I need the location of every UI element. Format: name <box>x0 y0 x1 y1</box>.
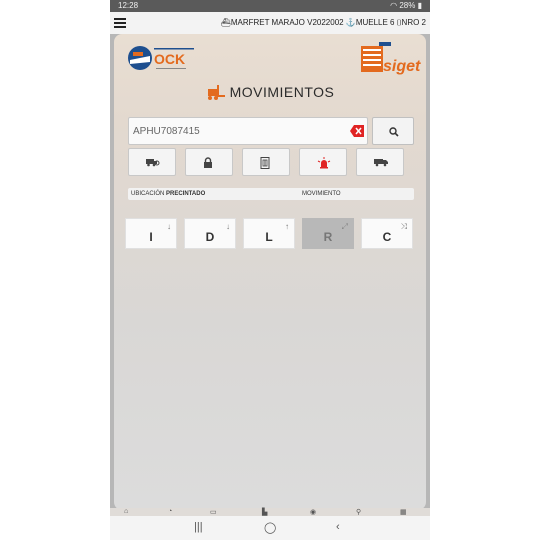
bottom-tab-bar: ⌂ ◔ ▭ ▙ ◉ ⚲ ▦ <box>110 508 430 516</box>
battery-level: 28% <box>399 1 416 10</box>
siget-logo-text: siget <box>383 58 421 75</box>
container-search-input[interactable] <box>128 117 368 145</box>
warehouse-tab-icon[interactable]: ▦ <box>400 508 407 516</box>
movement-label: MOVIMIENTO <box>302 191 341 197</box>
move-button-d[interactable]: ↓ D <box>184 218 236 249</box>
page-title-text: MOVIMIENTOS <box>229 84 335 100</box>
move-letter: I <box>149 230 153 244</box>
search-button[interactable] <box>372 117 414 145</box>
alarm-light-icon <box>317 157 331 169</box>
siget-logo: siget <box>361 42 421 75</box>
device-screen: 12:28 ◠ 28% ▮ ⛴MARFRET MARAJO V2022002 ⚓… <box>110 0 430 540</box>
location-value: PRECINTADO <box>166 191 206 197</box>
lock-icon <box>204 157 212 168</box>
forklift-tab-icon[interactable]: ▙ <box>262 508 267 516</box>
wifi-icon: ◠ <box>390 1 398 10</box>
status-bar: 12:28 ◠ 28% ▮ <box>110 0 430 12</box>
scan-button[interactable] <box>242 148 290 176</box>
voyage-code: V2022002 <box>307 18 344 27</box>
status-right: ◠ 28% ▮ <box>390 0 422 12</box>
ock-logo: OCK <box>128 46 194 70</box>
move-letter: D <box>205 230 215 244</box>
recent-apps-icon[interactable]: ||| <box>194 521 203 533</box>
alert-button[interactable] <box>299 148 347 176</box>
location-tab-icon[interactable]: ◉ <box>310 508 316 516</box>
worker-tab-icon[interactable]: ⚲ <box>356 508 361 516</box>
truck-icon <box>374 159 388 167</box>
battery-icon: ▮ <box>417 1 422 10</box>
vessel-name: MARFRET MARAJO <box>230 18 305 27</box>
forklift-icon <box>207 85 225 100</box>
move-letter: C <box>382 230 392 244</box>
location-label: UBICACIÓN <box>131 191 165 197</box>
android-nav-bar: ||| ◯ ‹ <box>110 516 430 540</box>
truck-button[interactable] <box>356 148 404 176</box>
status-time: 12:28 <box>118 1 139 10</box>
move-button-i[interactable]: ↓ I <box>125 218 177 249</box>
truck-search-icon <box>146 159 160 167</box>
search-icon <box>389 127 399 137</box>
anchor-icon: ⚓ <box>345 18 356 27</box>
main-card: OCK siget MOVIMIENTOS APHU7087415 UBICAC… <box>114 34 426 510</box>
scan-document-icon <box>260 157 270 169</box>
container-tab-icon[interactable]: ▭ <box>210 508 217 516</box>
app-header: ⛴MARFRET MARAJO V2022002 ⚓MUELLE 6 ⌷NRO … <box>110 12 430 34</box>
nro-label: NRO 2 <box>401 18 426 27</box>
move-letter: L <box>265 230 273 244</box>
page-title: MOVIMIENTOS <box>114 84 426 100</box>
menu-icon[interactable] <box>114 16 126 28</box>
clear-icon[interactable] <box>350 125 364 137</box>
location-field: UBICACIÓN PRECINTADO <box>131 188 205 200</box>
location-info-bar: UBICACIÓN PRECINTADO MOVIMIENTO <box>128 188 414 200</box>
lock-button[interactable] <box>185 148 233 176</box>
ship-icon: ⛴ <box>220 18 231 27</box>
home-circle-icon[interactable]: ◯ <box>264 521 276 534</box>
home-tab-icon[interactable]: ⌂ <box>124 508 128 515</box>
move-button-r: ⤢ R <box>302 218 354 249</box>
back-chevron-icon[interactable]: ‹ <box>336 521 340 533</box>
move-letter: R <box>323 230 333 244</box>
clock-tab-icon[interactable]: ◔ <box>168 508 172 515</box>
move-button-c[interactable]: ⤨ C <box>361 218 413 249</box>
dock-name: MUELLE 6 <box>355 18 395 27</box>
vessel-info: ⛴MARFRET MARAJO V2022002 ⚓MUELLE 6 ⌷NRO … <box>221 18 426 28</box>
ock-logo-text: OCK <box>154 51 185 67</box>
truck-search-button[interactable] <box>128 148 176 176</box>
move-button-l[interactable]: ↑ L <box>243 218 295 249</box>
